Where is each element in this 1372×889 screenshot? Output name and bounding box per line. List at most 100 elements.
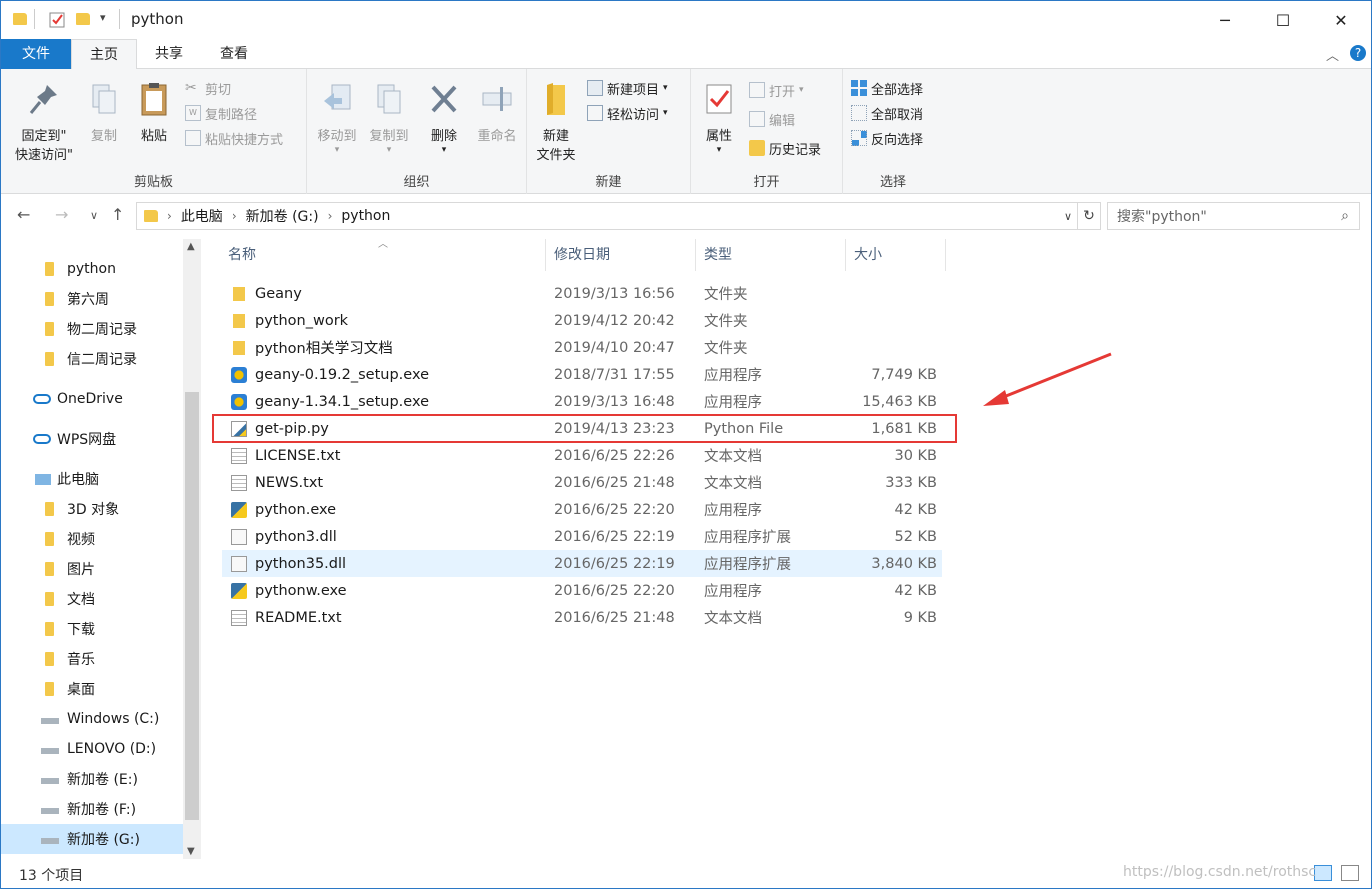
- file-row[interactable]: python相关学习文档 2019/4/10 20:47 文件夹: [222, 334, 942, 361]
- paste-button[interactable]: 粘贴: [131, 81, 177, 146]
- move-to-button[interactable]: 移动到 ▾: [311, 81, 363, 155]
- nav-pane-scrollbar[interactable]: ▲ ▼: [183, 239, 201, 859]
- new-group: 新建 文件夹 新建项目 ▾ 轻松访问 ▾ 新建: [527, 69, 691, 194]
- file-row[interactable]: README.txt 2016/6/25 21:48 文本文档 9 KB: [222, 604, 942, 631]
- nav-item[interactable]: 图片: [1, 554, 183, 584]
- pin-label-1: 固定到": [21, 129, 67, 144]
- nav-item[interactable]: 新加卷 (F:): [1, 794, 183, 824]
- folder-icon: [13, 13, 27, 25]
- file-date: 2019/3/13 16:48: [554, 393, 675, 410]
- back-arrow-icon[interactable]: ←: [17, 205, 30, 224]
- file-date: 2016/6/25 22:19: [554, 528, 675, 545]
- nav-item[interactable]: 3D 对象: [1, 494, 183, 524]
- nav-item[interactable]: OneDrive: [1, 384, 183, 414]
- nav-item[interactable]: 音乐: [1, 644, 183, 674]
- select-all-icon: [851, 80, 867, 96]
- properties-button[interactable]: 属性 ▾: [697, 81, 741, 155]
- refresh-icon[interactable]: ↻: [1077, 202, 1101, 230]
- nav-item[interactable]: 信二周记录: [1, 344, 183, 374]
- file-size: 15,463 KB: [862, 393, 937, 410]
- invert-selection-button[interactable]: 反向选择: [851, 127, 923, 149]
- details-view-icon[interactable]: [1314, 865, 1332, 881]
- new-item-button[interactable]: 新建项目 ▾: [587, 77, 668, 99]
- open-button[interactable]: 打开 ▾: [749, 79, 804, 101]
- new-folder-button[interactable]: 新建 文件夹: [531, 81, 581, 165]
- up-arrow-icon[interactable]: ↑: [111, 205, 124, 224]
- column-header-type[interactable]: 类型: [696, 239, 846, 271]
- copy-to-button[interactable]: 复制到 ▾: [363, 81, 415, 155]
- column-header-size[interactable]: 大小: [846, 239, 946, 271]
- file-row[interactable]: NEWS.txt 2016/6/25 21:48 文本文档 333 KB: [222, 469, 942, 496]
- nav-item[interactable]: 此电脑: [1, 464, 183, 494]
- breadcrumb-python[interactable]: python: [341, 208, 390, 224]
- history-button[interactable]: 历史记录: [749, 137, 821, 159]
- nav-item[interactable]: LENOVO (D:): [1, 734, 183, 764]
- tab-file[interactable]: 文件: [1, 39, 71, 69]
- breadcrumb-this-pc[interactable]: 此电脑: [181, 206, 223, 226]
- tab-home[interactable]: 主页: [71, 39, 137, 70]
- quick-access-dropdown-icon[interactable]: ▾: [100, 11, 106, 24]
- column-header-name[interactable]: 名称: [220, 239, 546, 271]
- file-row[interactable]: python3.dll 2016/6/25 22:19 应用程序扩展 52 KB: [222, 523, 942, 550]
- select-all-button[interactable]: 全部选择: [851, 77, 923, 99]
- easy-access-button[interactable]: 轻松访问 ▾: [587, 102, 668, 124]
- file-row[interactable]: pythonw.exe 2016/6/25 22:20 应用程序 42 KB: [222, 577, 942, 604]
- file-type: 文件夹: [704, 341, 748, 357]
- file-row[interactable]: python35.dll 2016/6/25 22:19 应用程序扩展 3,840 K…: [222, 550, 942, 577]
- tab-view[interactable]: 查看: [201, 39, 267, 69]
- nav-item[interactable]: Windows (C:): [1, 704, 183, 734]
- column-header-date[interactable]: 修改日期: [546, 239, 696, 271]
- file-row[interactable]: geany-1.34.1_setup.exe 2019/3/13 16:48 应用程…: [222, 388, 942, 415]
- nav-item[interactable]: 视频: [1, 524, 183, 554]
- search-box[interactable]: 搜索"python" ⌕: [1107, 202, 1360, 230]
- file-row[interactable]: python.exe 2016/6/25 22:20 应用程序 42 KB: [222, 496, 942, 523]
- rename-button[interactable]: 重命名: [471, 81, 523, 146]
- scroll-down-icon[interactable]: ▼: [187, 846, 195, 857]
- file-row[interactable]: python_work 2019/4/12 20:42 文件夹: [222, 307, 942, 334]
- nav-item-label: 3D 对象: [67, 502, 120, 518]
- recent-locations-chevron-icon[interactable]: ∨: [90, 209, 98, 222]
- file-size: 52 KB: [894, 528, 937, 545]
- nav-item[interactable]: python: [1, 254, 183, 284]
- copy-path-button[interactable]: W 复制路径: [185, 102, 257, 124]
- nav-item[interactable]: WPS网盘: [1, 424, 183, 454]
- nav-item[interactable]: 第六周: [1, 284, 183, 314]
- minimize-button[interactable]: ─: [1196, 1, 1254, 39]
- nav-item[interactable]: 下载: [1, 614, 183, 644]
- nav-item[interactable]: 文档: [1, 584, 183, 614]
- large-icons-view-icon[interactable]: [1341, 865, 1359, 881]
- tab-share[interactable]: 共享: [137, 39, 201, 69]
- file-size: 42 KB: [894, 501, 937, 518]
- collapse-ribbon-icon[interactable]: ︿: [1326, 45, 1339, 64]
- file-row[interactable]: LICENSE.txt 2016/6/25 22:26 文本文档 30 KB: [222, 442, 942, 469]
- maximize-button[interactable]: ☐: [1254, 1, 1312, 39]
- highlight-box: [212, 414, 957, 443]
- address-bar[interactable]: › 此电脑 › 新加卷 (G:) › python ∨ ↻: [136, 202, 1101, 230]
- nav-item[interactable]: 物二周记录: [1, 314, 183, 344]
- edit-button[interactable]: 编辑: [749, 108, 795, 130]
- help-icon[interactable]: ?: [1350, 45, 1366, 61]
- file-row[interactable]: Geany 2019/3/13 16:56 文件夹: [222, 280, 942, 307]
- close-button[interactable]: ✕: [1312, 1, 1370, 39]
- properties-quick-icon[interactable]: [49, 11, 66, 28]
- nav-pane-scroll-thumb[interactable]: [185, 392, 199, 820]
- select-none-button[interactable]: 全部取消: [851, 102, 923, 124]
- address-dropdown-icon[interactable]: ∨: [1064, 210, 1072, 223]
- nav-item[interactable]: 新加卷 (E:): [1, 764, 183, 794]
- paste-shortcut-button[interactable]: 粘贴快捷方式: [185, 127, 283, 149]
- open-dropdown-icon: ▾: [799, 85, 804, 95]
- nav-item[interactable]: 新加卷 (G:): [1, 824, 183, 854]
- nav-item-label: 下载: [67, 622, 95, 638]
- copy-button[interactable]: 复制: [83, 81, 125, 146]
- new-folder-quick-icon[interactable]: [76, 13, 90, 25]
- nav-item[interactable]: 桌面: [1, 674, 183, 704]
- forward-arrow-icon[interactable]: →: [55, 205, 68, 224]
- file-row[interactable]: geany-0.19.2_setup.exe 2018/7/31 17:55 应用程…: [222, 361, 942, 388]
- delete-button[interactable]: 删除 ▾: [419, 81, 469, 155]
- breadcrumb-drive-g[interactable]: 新加卷 (G:): [246, 206, 319, 226]
- pin-quick-access-button[interactable]: 固定到" 快速访问": [7, 81, 81, 165]
- cut-button[interactable]: ✂ 剪切: [185, 77, 231, 99]
- search-icon[interactable]: ⌕: [1341, 208, 1349, 224]
- scroll-up-icon[interactable]: ▲: [187, 241, 195, 252]
- cut-label: 剪切: [205, 82, 232, 98]
